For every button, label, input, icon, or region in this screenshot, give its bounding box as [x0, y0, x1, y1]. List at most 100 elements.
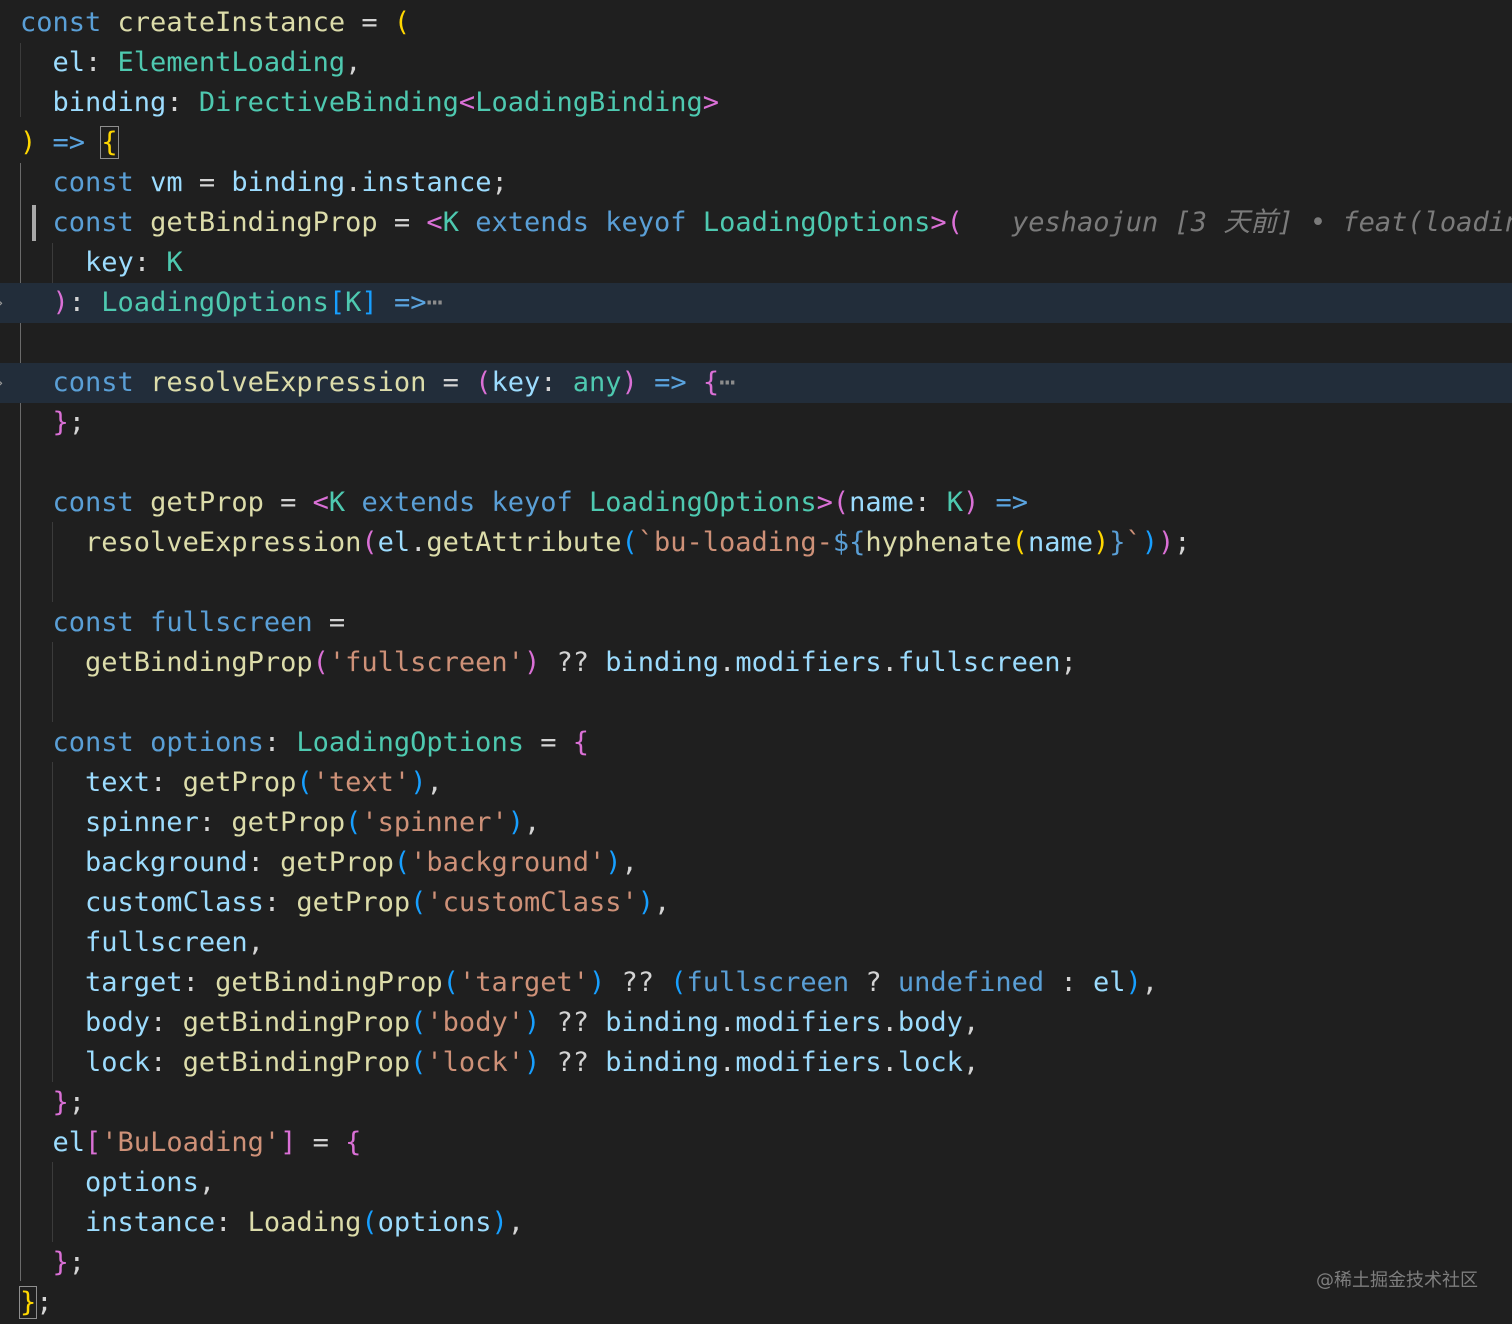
code-line[interactable]: };	[0, 403, 1512, 443]
code-token: :	[263, 887, 297, 918]
code-token: {	[100, 126, 119, 159]
code-token: )	[1158, 527, 1175, 558]
code-token: =>	[393, 287, 427, 318]
fold-ellipsis-icon[interactable]: ⋯	[719, 367, 735, 398]
code-text: el['BuLoading'] = {	[20, 1123, 362, 1163]
code-token: key	[85, 247, 134, 278]
code-line[interactable]: spinner: getProp('spinner'),	[0, 803, 1512, 843]
code-token: keyof	[491, 487, 573, 518]
code-line[interactable]: background: getProp('background'),	[0, 843, 1512, 883]
code-token: options	[150, 727, 264, 758]
code-token: ;	[68, 1087, 86, 1118]
code-text: ): LoadingOptions[K] =>⋯	[20, 283, 443, 323]
code-token: :	[198, 807, 232, 838]
fold-chevron-icon[interactable]: ›	[0, 283, 3, 323]
code-token: ,	[247, 927, 264, 958]
code-token: )	[637, 887, 655, 918]
code-token: LoadingOptions	[702, 207, 931, 238]
git-blame-annotation[interactable]: yeshaojun [3 天前] • feat(loadin	[1012, 203, 1512, 243]
code-token: (	[946, 207, 963, 238]
code-token: ,	[1141, 967, 1159, 998]
code-line[interactable]: key: K	[0, 243, 1512, 283]
code-token: }	[52, 1087, 69, 1118]
code-token: =>	[654, 367, 687, 398]
code-text: binding: DirectiveBinding<LoadingBinding…	[20, 83, 720, 123]
code-token: .	[719, 1047, 736, 1078]
code-line[interactable]: const vm = binding.instance;	[0, 163, 1512, 203]
code-token: <	[312, 487, 329, 518]
code-line[interactable]: customClass: getProp('customClass'),	[0, 883, 1512, 923]
code-token: ,	[198, 1167, 216, 1198]
code-text: const getBindingProp = <K extends keyof …	[20, 203, 963, 243]
code-line[interactable]: const getProp = <K extends keyof Loading…	[0, 483, 1512, 523]
code-token: ]	[361, 287, 378, 318]
code-line[interactable]: };	[0, 1083, 1512, 1123]
code-line[interactable]: ) => {	[0, 123, 1512, 163]
code-line[interactable]	[0, 323, 1512, 363]
code-text: const options: LoadingOptions = {	[20, 723, 589, 763]
fold-ellipsis-icon[interactable]: ⋯	[426, 287, 442, 318]
code-line[interactable]: };	[0, 1283, 1512, 1323]
code-text: const vm = binding.instance;	[20, 163, 508, 203]
code-token: [	[85, 1127, 102, 1158]
code-token: ;	[1060, 647, 1077, 678]
code-line[interactable]: instance: Loading(options),	[0, 1203, 1512, 1243]
code-line[interactable]: resolveExpression(el.getAttribute(`bu-lo…	[0, 523, 1512, 563]
code-line[interactable]	[0, 443, 1512, 483]
code-line[interactable]: binding: DirectiveBinding<LoadingBinding…	[0, 83, 1512, 123]
code-line[interactable]: el: ElementLoading,	[0, 43, 1512, 83]
code-token: :	[85, 47, 118, 78]
code-line[interactable]: const fullscreen =	[0, 603, 1512, 643]
code-line[interactable]: › ): LoadingOptions[K] =>⋯	[0, 283, 1512, 323]
code-text: background: getProp('background'),	[20, 843, 638, 883]
code-text: };	[20, 1083, 86, 1123]
code-token: const	[52, 487, 134, 518]
code-line[interactable]	[0, 563, 1512, 603]
code-token: {	[702, 367, 720, 398]
code-line[interactable]: const getBindingProp = <K extends keyof …	[0, 203, 1512, 243]
code-line[interactable]: text: getProp('text'),	[0, 763, 1512, 803]
code-line[interactable]: };	[0, 1243, 1512, 1283]
code-line[interactable]: lock: getBindingProp('lock') ?? binding.…	[0, 1043, 1512, 1083]
code-token: LoadingOptions	[589, 487, 817, 518]
code-line[interactable]: el['BuLoading'] = {	[0, 1123, 1512, 1163]
code-line[interactable]: body: getBindingProp('body') ?? binding.…	[0, 1003, 1512, 1043]
code-token: const	[52, 607, 134, 638]
code-line[interactable]: fullscreen,	[0, 923, 1512, 963]
code-line[interactable]: const createInstance = (	[0, 3, 1512, 43]
code-editor[interactable]: const createInstance = ( el: ElementLoad…	[0, 0, 1512, 1324]
code-line[interactable]: target: getBindingProp('target') ?? (ful…	[0, 963, 1512, 1003]
code-token: (	[361, 527, 378, 558]
code-token: ??	[540, 1047, 606, 1078]
code-token: name	[849, 487, 915, 518]
code-token: 'body'	[426, 1007, 524, 1038]
fold-chevron-icon[interactable]: ›	[0, 363, 3, 403]
code-token: 'fullscreen'	[328, 647, 524, 678]
code-token: const	[52, 367, 134, 398]
code-line[interactable]: options,	[0, 1163, 1512, 1203]
code-token: (	[475, 367, 492, 398]
code-line[interactable]: getBindingProp('fullscreen') ?? binding.…	[0, 643, 1512, 683]
code-line[interactable]	[0, 683, 1512, 723]
code-line[interactable]: const options: LoadingOptions = {	[0, 723, 1512, 763]
code-token: ,	[345, 47, 362, 78]
code-line[interactable]: › const resolveExpression = (key: any) =…	[0, 363, 1512, 403]
code-token: :	[540, 367, 573, 398]
code-token: )	[410, 767, 427, 798]
code-token: (	[410, 1047, 427, 1078]
